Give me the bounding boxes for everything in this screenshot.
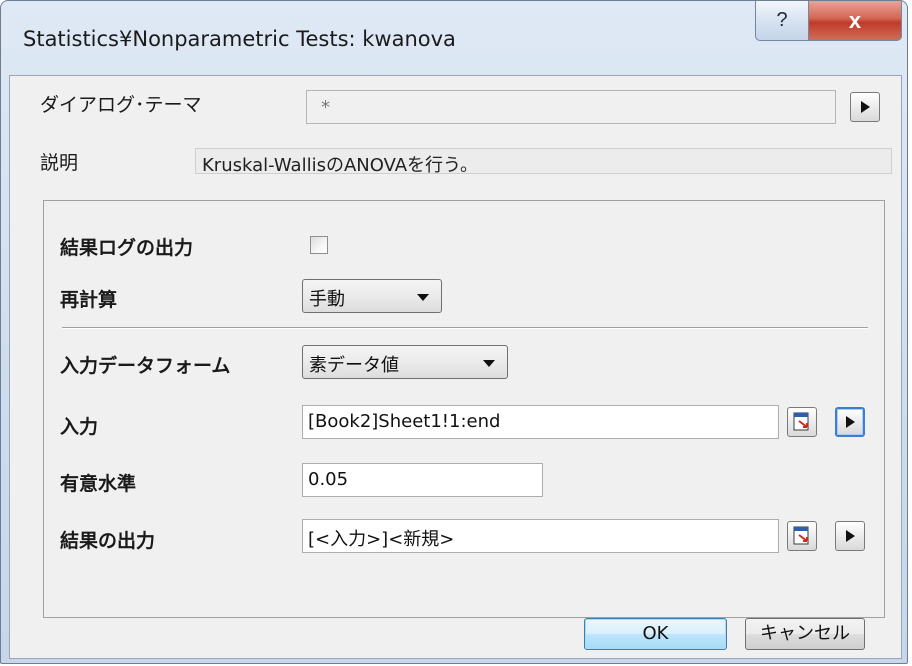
input-label: 入力: [60, 416, 99, 438]
output-range-field[interactable]: [<入力>]<新規>: [302, 519, 779, 553]
theme-menu-button[interactable]: [850, 92, 880, 122]
output-range-select-button[interactable]: [787, 521, 817, 551]
input-menu-button[interactable]: [835, 407, 865, 437]
ok-button[interactable]: OK: [584, 618, 727, 650]
significance-label: 有意水準: [60, 473, 137, 495]
recalc-dropdown[interactable]: 手動: [302, 279, 442, 313]
help-button[interactable]: ?: [755, 1, 809, 41]
close-button[interactable]: x: [808, 1, 902, 41]
input-form-dropdown[interactable]: 素データ値: [302, 345, 508, 379]
divider: [62, 327, 868, 329]
dialog-client-area: ダイアログ･テーマ * 説明 Kruskal-WallisのANOVAを行う。 …: [9, 75, 902, 659]
close-icon: x: [848, 7, 862, 33]
input-form-value: 素データ値: [309, 355, 399, 376]
theme-field[interactable]: *: [306, 90, 836, 124]
theme-label: ダイアログ･テーマ: [40, 94, 202, 116]
dialog-window: Statistics¥Nonparametric Tests: kwanova …: [0, 0, 908, 664]
output-label: 結果の出力: [60, 530, 156, 552]
settings-group: 結果ログの出力 再計算 手動 入力データフォーム 素データ値 入力 [Book2…: [43, 200, 885, 618]
help-icon: ?: [776, 9, 788, 31]
output-menu-button[interactable]: [835, 521, 865, 551]
window-title: Statistics¥Nonparametric Tests: kwanova: [23, 27, 456, 51]
recalc-value: 手動: [309, 289, 345, 310]
range-select-icon: [793, 526, 809, 545]
result-log-label: 結果ログの出力: [60, 237, 194, 259]
range-select-icon: [793, 412, 809, 431]
chevron-down-icon: [483, 360, 495, 367]
significance-field[interactable]: 0.05: [302, 463, 543, 497]
cancel-button[interactable]: キャンセル: [745, 618, 865, 650]
description-label: 説明: [40, 152, 79, 174]
recalc-label: 再計算: [60, 289, 118, 311]
chevron-down-icon: [417, 294, 429, 301]
input-range-field[interactable]: [Book2]Sheet1!1:end: [302, 405, 779, 439]
description-field: Kruskal-WallisのANOVAを行う。: [195, 148, 892, 176]
input-form-label: 入力データフォーム: [60, 355, 231, 377]
input-range-select-button[interactable]: [787, 407, 817, 437]
result-log-checkbox[interactable]: [310, 236, 328, 254]
